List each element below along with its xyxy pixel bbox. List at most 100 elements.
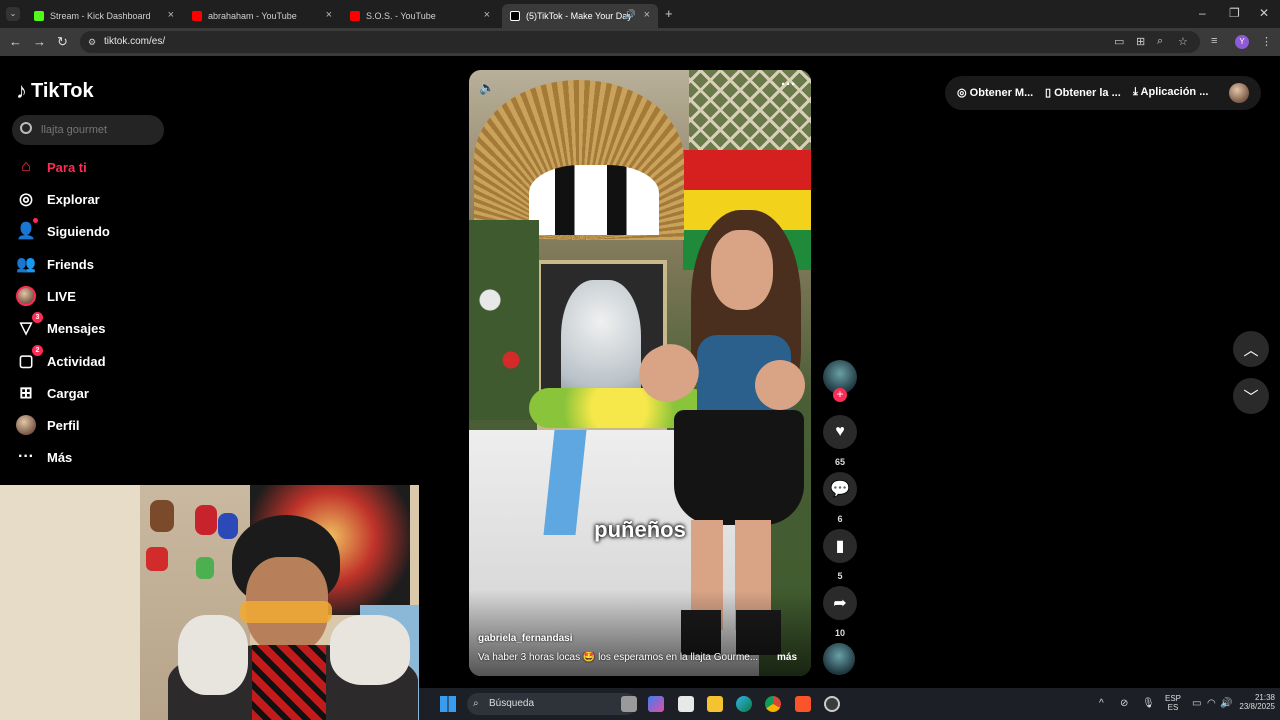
nav-explorar[interactable]: ◎ Explorar xyxy=(16,187,100,211)
nav-cargar[interactable]: ⊞ Cargar xyxy=(16,381,89,405)
nav-live[interactable]: LIVE xyxy=(16,284,76,308)
flag-red xyxy=(683,150,811,190)
close-icon[interactable]: × xyxy=(484,9,490,21)
copilot-icon[interactable] xyxy=(648,696,664,712)
brave-icon[interactable] xyxy=(795,696,811,712)
profile-avatar[interactable]: Y xyxy=(1235,35,1249,49)
like-count: 65 xyxy=(834,457,845,467)
wall-left xyxy=(0,485,140,720)
figure-red-2 xyxy=(146,547,168,571)
nav-mensajes[interactable]: ▽ 3 Mensajes xyxy=(16,312,106,340)
user-follow-icon: 👤 xyxy=(16,218,38,241)
new-tab-button[interactable]: + xyxy=(665,6,673,21)
tab-youtube-sos[interactable]: S.O.S. - YouTube × xyxy=(342,4,498,28)
file-explorer-icon[interactable] xyxy=(707,696,723,712)
download-icon: ⤓ xyxy=(1133,86,1138,98)
video-player[interactable]: 🔈 ··· puñeños gabriela_fernandasi Va hab… xyxy=(469,70,811,676)
tiktok-note-icon: ♪ xyxy=(16,78,27,103)
creator-avatar[interactable]: + xyxy=(823,360,857,402)
woman-face xyxy=(711,230,773,310)
webcam-overlay xyxy=(0,485,419,720)
like-button[interactable]: ♥ 65 xyxy=(823,415,857,467)
woman-skirt xyxy=(674,410,804,525)
tiktok-logo[interactable]: ♪ TikTok xyxy=(16,78,94,104)
nav-siguiendo[interactable]: 👤 Siguiendo xyxy=(16,218,110,243)
tab-youtube-abrahaham[interactable]: abrahaham - YouTube × xyxy=(184,4,340,28)
person-fur xyxy=(178,615,248,695)
nav-perfil[interactable]: Perfil xyxy=(16,413,80,437)
clock[interactable]: 21:38 23/8/2025 xyxy=(1225,693,1275,711)
forward-icon[interactable]: → xyxy=(33,34,46,49)
search-icon: ⌕ xyxy=(473,698,479,709)
chrome-icon[interactable] xyxy=(765,696,781,712)
download-app-button[interactable]: ⤓ Aplicación ... xyxy=(1133,86,1208,99)
next-video-button[interactable]: ﹀ xyxy=(1233,378,1269,414)
follow-plus-icon[interactable]: + xyxy=(833,388,847,402)
search-input[interactable] xyxy=(12,115,164,145)
close-window-button[interactable]: ✕ xyxy=(1259,6,1269,20)
nav-para-ti[interactable]: ⌂ Para ti xyxy=(16,155,87,179)
get-coins-button[interactable]: ◎ Obtener M... xyxy=(957,86,1033,99)
previous-video-button[interactable]: ︿ xyxy=(1233,331,1269,367)
kick-icon xyxy=(34,11,44,21)
coin-icon: ◎ xyxy=(957,87,967,99)
video-username[interactable]: gabriela_fernandasi xyxy=(478,633,572,644)
cast-icon[interactable]: ▭ xyxy=(1114,35,1124,48)
obs-icon[interactable] xyxy=(824,696,840,712)
url-field[interactable]: ⚙ tiktok.com/es/ xyxy=(80,31,1200,53)
share-button[interactable]: ➦ 10 xyxy=(823,586,857,638)
person-fur-right xyxy=(330,615,410,685)
close-icon[interactable]: × xyxy=(168,9,174,21)
tab-tiktok[interactable]: (5)TikTok - Make Your Day 🔊 × xyxy=(502,4,658,28)
display-icon[interactable]: ▭ xyxy=(1192,698,1201,709)
windows-start-icon[interactable] xyxy=(440,696,456,712)
tab-kick-dashboard[interactable]: Stream - Kick Dashboard × xyxy=(26,4,182,28)
nav-actividad[interactable]: ▢ 2 Actividad xyxy=(16,345,106,373)
network-off-icon[interactable]: ⊘ xyxy=(1120,698,1128,709)
reload-icon[interactable]: ↻ xyxy=(57,34,68,50)
language-indicator[interactable]: ESP ES xyxy=(1163,694,1183,712)
tray-expand-icon[interactable]: ^ xyxy=(1099,698,1104,709)
store-icon[interactable] xyxy=(678,696,694,712)
user-avatar[interactable] xyxy=(1229,83,1249,103)
phone-icon: ▯ xyxy=(1045,87,1052,99)
nav-mas[interactable]: ··· Más xyxy=(16,445,72,469)
chevron-up-icon: ︿ xyxy=(1243,341,1259,359)
tab-search-button[interactable]: ⌄ xyxy=(6,7,20,21)
volume-icon[interactable]: 🔈 xyxy=(479,80,495,96)
close-icon[interactable]: × xyxy=(326,9,332,21)
edge-icon[interactable] xyxy=(736,696,752,712)
wifi-icon[interactable]: ◠ xyxy=(1207,698,1216,709)
microphone-icon[interactable]: 🎙 xyxy=(1142,698,1155,709)
maximize-button[interactable]: ❐ xyxy=(1229,6,1240,20)
chevron-down-icon: ﹀ xyxy=(1243,388,1259,406)
menu-dots-icon[interactable]: ⋮ xyxy=(1261,35,1272,48)
share-arrow-icon: ➦ xyxy=(823,586,857,620)
comment-button[interactable]: 💬 6 xyxy=(823,472,857,524)
activity-icon: ▢ 2 xyxy=(16,345,43,371)
sound-avatar xyxy=(823,643,855,675)
youtube-icon xyxy=(350,11,360,21)
taskbar-search[interactable]: ⌕ Búsqueda xyxy=(467,693,637,715)
get-app-button[interactable]: ▯ Obtener la ... xyxy=(1045,86,1121,99)
site-info-icon[interactable]: ⚙ xyxy=(88,31,96,53)
save-count: 5 xyxy=(837,571,843,581)
task-view-icon[interactable] xyxy=(621,696,637,712)
compass-icon: ◎ xyxy=(19,191,33,208)
more-icon: ··· xyxy=(18,448,34,465)
zoom-icon[interactable]: ⌕ xyxy=(1157,35,1163,48)
person-scarf xyxy=(252,645,326,720)
minimize-button[interactable]: – xyxy=(1199,6,1206,20)
video-options-icon[interactable]: ··· xyxy=(781,76,796,93)
translate-icon[interactable]: ⊞ xyxy=(1136,35,1145,48)
music-disc[interactable] xyxy=(823,643,857,675)
top-right-actions: ◎ Obtener M... ▯ Obtener la ... ⤓ Aplica… xyxy=(945,76,1261,110)
close-icon[interactable]: × xyxy=(644,9,650,21)
playlist-icon[interactable]: ≡ xyxy=(1211,35,1217,47)
nav-friends[interactable]: 👥 Friends xyxy=(16,252,94,276)
video-more-link[interactable]: más xyxy=(777,652,797,663)
speaker-icon[interactable]: 🔊 xyxy=(625,9,636,20)
bookmark-star-icon[interactable]: ☆ xyxy=(1178,35,1188,48)
back-icon[interactable]: ← xyxy=(9,34,22,49)
save-button[interactable]: ▮ 5 xyxy=(823,529,857,581)
